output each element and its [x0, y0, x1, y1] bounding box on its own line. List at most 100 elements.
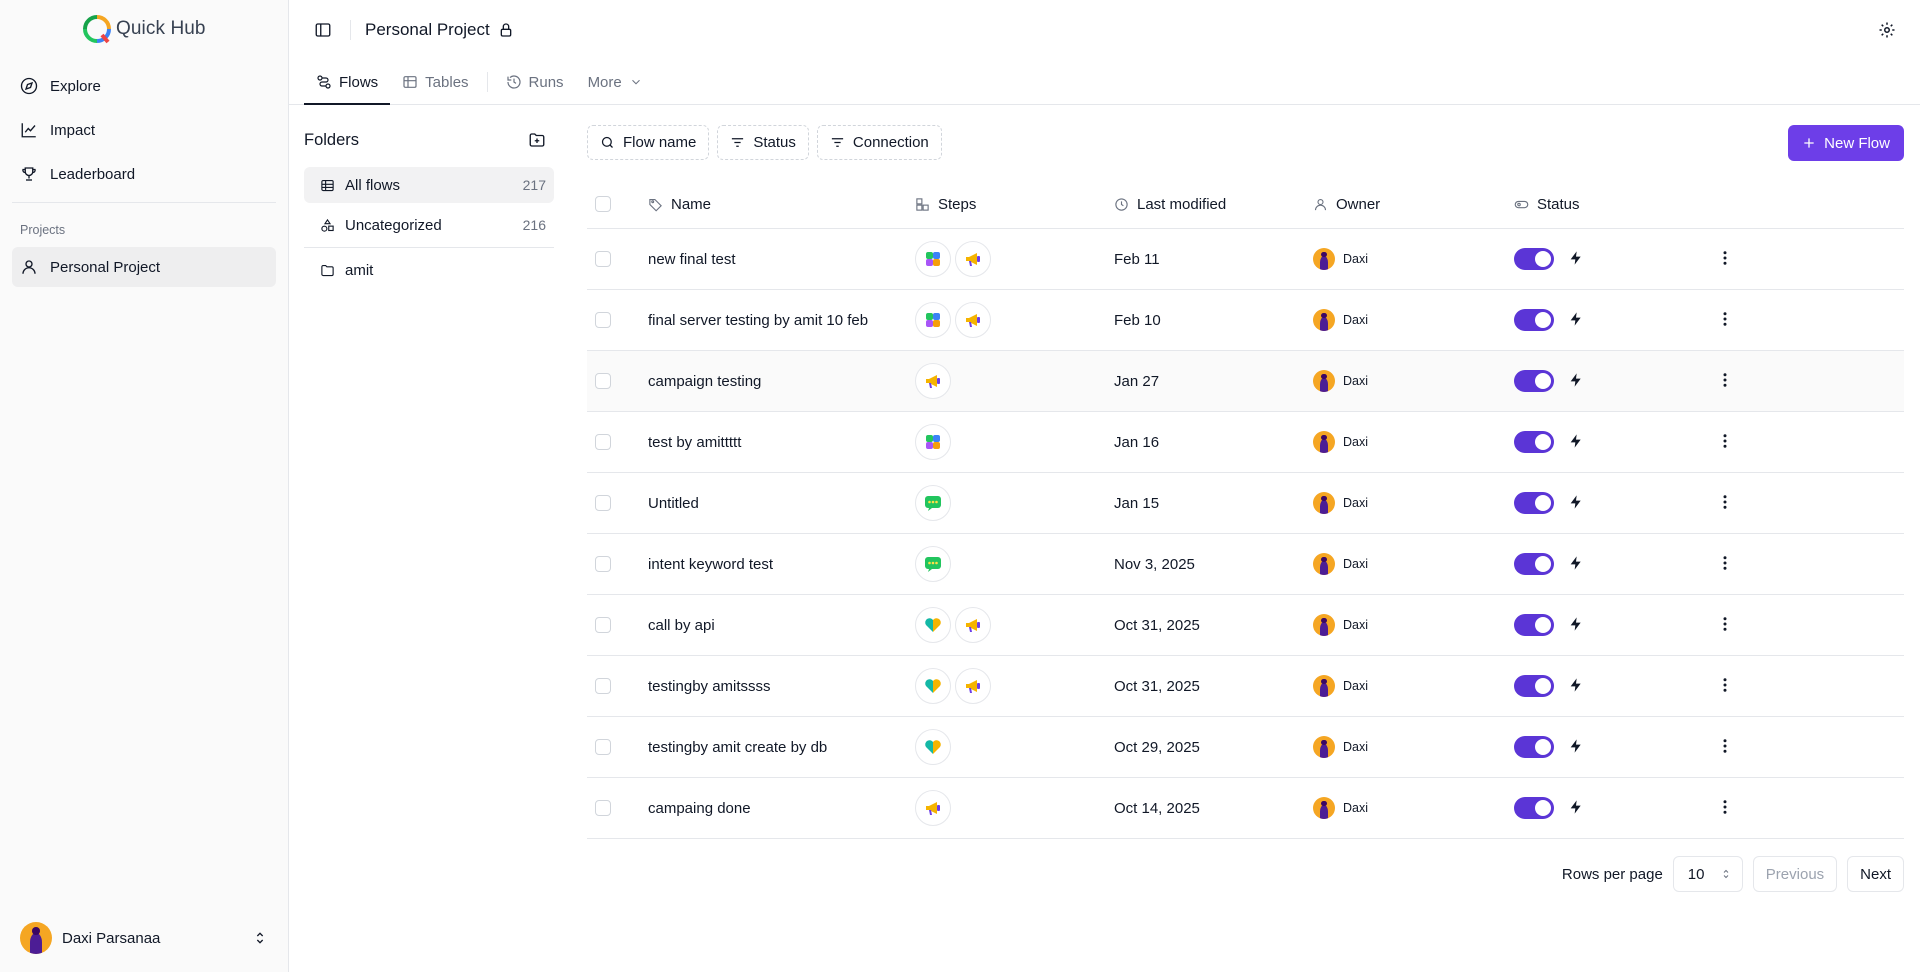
table-row[interactable]: intent keyword test Nov 3, 2025 Daxi: [587, 534, 1904, 595]
flow-enabled-toggle[interactable]: [1514, 614, 1554, 636]
user-icon: [22, 260, 36, 274]
tab-more[interactable]: More: [576, 60, 655, 104]
divider: [350, 20, 351, 40]
row-checkbox[interactable]: [595, 373, 611, 389]
next-button[interactable]: Next: [1847, 856, 1904, 892]
row-checkbox[interactable]: [595, 251, 611, 267]
more-vertical-icon[interactable]: [1716, 738, 1734, 758]
megaphone-icon: [915, 363, 951, 399]
folder-uncategorized[interactable]: Uncategorized 216: [304, 207, 554, 243]
flow-enabled-toggle[interactable]: [1514, 736, 1554, 758]
tab-flows[interactable]: Flows: [304, 60, 391, 105]
flow-name[interactable]: new final test: [648, 251, 915, 268]
flow-name[interactable]: intent keyword test: [648, 556, 915, 573]
sidebar-item-personal-project[interactable]: Personal Project: [12, 247, 276, 287]
table-row[interactable]: call by api Oct 31, 2025 Daxi: [587, 595, 1904, 656]
bolt-icon: [1568, 372, 1584, 391]
flow-enabled-toggle[interactable]: [1514, 797, 1554, 819]
owner-name: Daxi: [1343, 435, 1369, 449]
flow-name-filter[interactable]: Flow name: [587, 125, 710, 160]
tab-runs[interactable]: Runs: [494, 60, 576, 104]
flow-steps: [915, 485, 1114, 521]
new-flow-button[interactable]: New Flow: [1788, 125, 1904, 161]
sidebar-item-explore[interactable]: Explore: [12, 66, 276, 106]
flow-name[interactable]: testingby amit create by db: [648, 739, 915, 756]
previous-button[interactable]: Previous: [1752, 856, 1838, 892]
flow-name[interactable]: final server testing by amit 10 feb: [648, 312, 915, 329]
flow-name[interactable]: test by amittttt: [648, 434, 915, 451]
folder-amit[interactable]: amit: [304, 252, 554, 288]
table-row[interactable]: test by amittttt Jan 16 Daxi: [587, 412, 1904, 473]
sidebar-item-impact[interactable]: Impact: [12, 110, 276, 150]
folder-icon: [321, 264, 334, 276]
folder-all-flows[interactable]: All flows 217: [304, 167, 554, 203]
status-cell: [1514, 492, 1716, 514]
status-filter[interactable]: Status: [717, 125, 809, 160]
row-checkbox[interactable]: [595, 312, 611, 328]
table-row[interactable]: campaing done Oct 14, 2025 Daxi: [587, 778, 1904, 839]
sidebar-item-leaderboard[interactable]: Leaderboard: [12, 154, 276, 194]
row-checkbox[interactable]: [595, 678, 611, 694]
avatar: [20, 922, 52, 954]
more-vertical-icon[interactable]: [1716, 433, 1734, 453]
flow-enabled-toggle[interactable]: [1514, 553, 1554, 575]
column-last-modified[interactable]: Last modified: [1114, 196, 1313, 213]
row-checkbox[interactable]: [595, 495, 611, 511]
table-row[interactable]: Untitled Jan 15 Daxi: [587, 473, 1904, 534]
flow-enabled-toggle[interactable]: [1514, 675, 1554, 697]
last-modified: Jan 27: [1114, 372, 1160, 390]
sidebar-toggle-icon[interactable]: [314, 21, 332, 39]
owner: Daxi: [1313, 736, 1514, 758]
row-checkbox[interactable]: [595, 617, 611, 633]
row-checkbox[interactable]: [595, 434, 611, 450]
more-vertical-icon[interactable]: [1716, 372, 1734, 392]
brand-logo[interactable]: Quick Hub: [0, 0, 288, 58]
owner-name: Daxi: [1343, 496, 1369, 510]
flow-enabled-toggle[interactable]: [1514, 370, 1554, 392]
new-folder-icon[interactable]: [528, 131, 546, 149]
flow-name[interactable]: testingby amitssss: [648, 678, 915, 695]
sidebar: Quick Hub Explore Impact Leaderboard Pro…: [0, 0, 289, 972]
plus-icon: [1804, 138, 1814, 148]
select-all-checkbox[interactable]: [595, 196, 611, 212]
table-row[interactable]: final server testing by amit 10 feb Feb …: [587, 290, 1904, 351]
table-row[interactable]: new final test Feb 11 Daxi: [587, 229, 1904, 290]
row-checkbox[interactable]: [595, 739, 611, 755]
tab-tables[interactable]: Tables: [390, 60, 480, 104]
table-row[interactable]: testingby amit create by db Oct 29, 2025…: [587, 717, 1904, 778]
megaphone-icon: [955, 668, 991, 704]
flow-enabled-toggle[interactable]: [1514, 309, 1554, 331]
user-menu[interactable]: Daxi Parsanaa: [20, 920, 268, 956]
last-modified: Jan 16: [1114, 433, 1160, 451]
column-steps: Steps: [915, 196, 1114, 213]
gear-icon[interactable]: [1878, 21, 1896, 39]
flow-name[interactable]: Untitled: [648, 495, 915, 512]
more-vertical-icon[interactable]: [1716, 311, 1734, 331]
column-name[interactable]: Name: [648, 196, 915, 213]
owner-name: Daxi: [1343, 557, 1369, 571]
more-vertical-icon[interactable]: [1716, 616, 1734, 636]
flow-enabled-toggle[interactable]: [1514, 492, 1554, 514]
flow-enabled-toggle[interactable]: [1514, 431, 1554, 453]
more-vertical-icon[interactable]: [1716, 494, 1734, 514]
bolt-icon: [1568, 799, 1584, 818]
table-row[interactable]: campaign testing Jan 27 Daxi: [587, 351, 1904, 412]
flow-name[interactable]: call by api: [648, 617, 915, 634]
flow-enabled-toggle[interactable]: [1514, 248, 1554, 270]
more-vertical-icon[interactable]: [1716, 677, 1734, 697]
more-vertical-icon[interactable]: [1716, 555, 1734, 575]
table-row[interactable]: testingby amitssss Oct 31, 2025 Daxi: [587, 656, 1904, 717]
flow-route-icon: [317, 75, 331, 89]
flow-name[interactable]: campaign testing: [648, 373, 915, 390]
more-vertical-icon[interactable]: [1716, 250, 1734, 270]
row-checkbox[interactable]: [595, 800, 611, 816]
rows-per-page-select[interactable]: 10: [1672, 856, 1743, 892]
row-checkbox[interactable]: [595, 556, 611, 572]
pagination: Rows per page 10 Previous Next: [1562, 856, 1904, 892]
flow-name[interactable]: campaing done: [648, 800, 915, 817]
more-vertical-icon[interactable]: [1716, 799, 1734, 819]
flow-steps: [915, 790, 1114, 826]
connection-filter[interactable]: Connection: [816, 125, 942, 160]
status-cell: [1514, 431, 1716, 453]
user-icon: [1314, 198, 1327, 210]
